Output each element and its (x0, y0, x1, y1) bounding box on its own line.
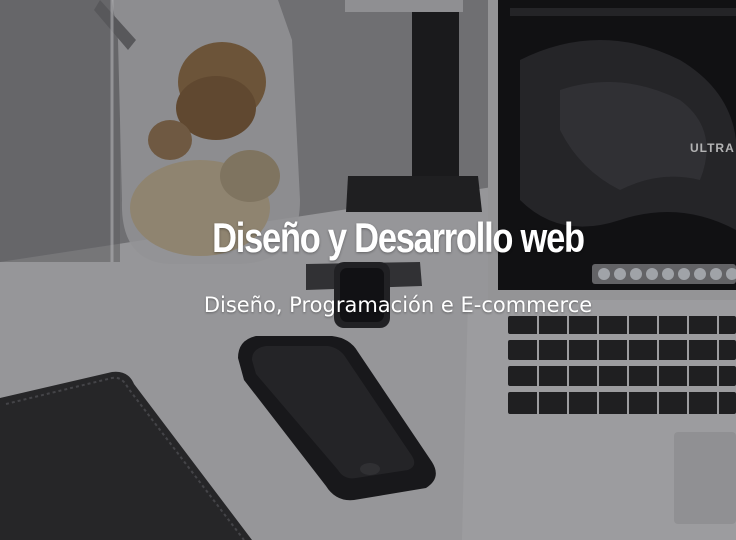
hero-banner: ULTRA Diseño y Desarrollo web Diseño, Pr… (0, 0, 736, 540)
hero-title: Diseño y Desarrollo web (212, 214, 585, 261)
hero-subtitle: Diseño, Programación e E-commerce (203, 293, 593, 317)
hero-overlay (0, 0, 736, 540)
